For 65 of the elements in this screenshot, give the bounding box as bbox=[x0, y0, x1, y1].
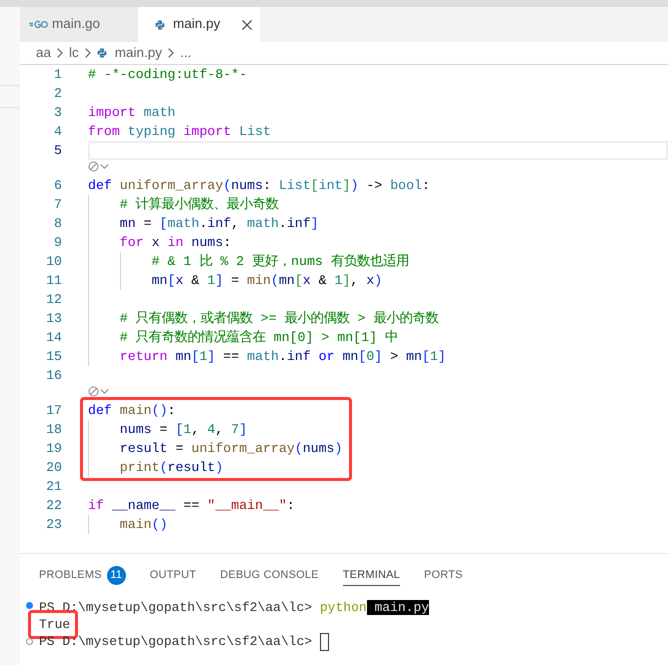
panel-tab[interactable]: PORTS bbox=[424, 566, 463, 586]
line-number: 23 bbox=[45, 516, 62, 534]
line-number: 5 bbox=[53, 142, 62, 160]
panel-tab[interactable]: DEBUG CONSOLE bbox=[220, 566, 319, 586]
code-line: if __name__ == "__main__": bbox=[88, 497, 295, 515]
code-line: return mn[1] == math.inf or mn[0] > mn[1] bbox=[120, 348, 446, 366]
close-icon[interactable] bbox=[242, 20, 252, 30]
editor-tab[interactable]: main.py bbox=[138, 7, 260, 42]
line-number: 10 bbox=[45, 253, 62, 271]
editor-tab[interactable]: main.go bbox=[20, 7, 138, 42]
code-line: def uniform_array(nums: List[int]) -> bool: bbox=[88, 177, 430, 195]
slashed-circle-icon[interactable] bbox=[88, 161, 99, 172]
line-number: 19 bbox=[45, 440, 62, 458]
code-line: nums = [1, 4, 7] bbox=[120, 421, 248, 439]
python-file-icon bbox=[96, 48, 107, 58]
breadcrumb-item[interactable]: main.py bbox=[96, 42, 162, 64]
panel-tab[interactable]: TERMINAL bbox=[342, 566, 400, 586]
line-number: 21 bbox=[45, 478, 62, 496]
count-badge: 11 bbox=[106, 566, 126, 584]
line-number: 8 bbox=[53, 215, 62, 233]
line-number: 16 bbox=[45, 367, 62, 385]
code-line: result = uniform_array(nums) bbox=[120, 440, 342, 458]
panel-tab[interactable]: PROBLEMS 11 bbox=[39, 566, 126, 586]
code-line: # & 1 比 % 2 更好，nums 有负数也适用 bbox=[152, 252, 409, 271]
code-line: from typing import List bbox=[88, 123, 271, 141]
code-line: for x in nums: bbox=[120, 234, 232, 252]
terminal-output: True bbox=[39, 616, 70, 632]
status-ring-icon[interactable] bbox=[26, 638, 33, 645]
line-number: 9 bbox=[53, 234, 62, 252]
go-file-icon bbox=[29, 20, 48, 29]
code-line: # -*-coding:utf-8-*- bbox=[88, 66, 248, 84]
panel-tab[interactable]: OUTPUT bbox=[150, 566, 196, 586]
line-number: 12 bbox=[45, 291, 62, 309]
line-number: 3 bbox=[53, 104, 62, 122]
slashed-circle-icon[interactable] bbox=[88, 386, 99, 397]
status-dot-icon[interactable] bbox=[26, 602, 33, 609]
code-line: print(result) bbox=[120, 459, 224, 477]
chevron-right-icon bbox=[57, 48, 64, 58]
line-number: 22 bbox=[45, 497, 62, 515]
chevron-right-icon bbox=[84, 48, 91, 58]
line-number: 1 bbox=[53, 66, 62, 84]
code-line: main() bbox=[120, 516, 168, 534]
code-line: mn[x & 1] = min(mn[x & 1], x) bbox=[152, 272, 382, 290]
code-line: # 只有偶数，或者偶数 >= 最小的偶数 > 最小的奇数 bbox=[120, 310, 438, 328]
breadcrumb-item[interactable]: ... bbox=[180, 42, 192, 64]
line-number: 7 bbox=[53, 196, 62, 214]
line-number: 13 bbox=[45, 310, 62, 328]
code-line: mn = [math.inf, math.inf] bbox=[120, 215, 319, 233]
line-number: 2 bbox=[53, 85, 62, 103]
chevron-right-icon bbox=[168, 48, 174, 58]
line-number: 20 bbox=[45, 459, 62, 477]
line-number: 18 bbox=[45, 421, 62, 439]
code-line: def main(): bbox=[88, 402, 176, 420]
line-number: 15 bbox=[45, 348, 62, 366]
code-line: # 只有奇数的情况蕴含在 mn[0] > mn[1] 中 bbox=[120, 328, 398, 347]
line-number: 11 bbox=[45, 272, 62, 290]
line-number: 6 bbox=[53, 177, 62, 195]
code-line: import math bbox=[88, 104, 176, 122]
line-number: 4 bbox=[53, 123, 62, 141]
breadcrumb-item[interactable]: aa bbox=[36, 42, 52, 64]
line-number: 17 bbox=[45, 402, 62, 420]
python-file-icon bbox=[155, 20, 166, 30]
breadcrumb-item[interactable]: lc bbox=[69, 42, 79, 64]
code-line: # 计算最小偶数、最小奇数 bbox=[120, 196, 279, 214]
line-number: 14 bbox=[45, 329, 62, 347]
